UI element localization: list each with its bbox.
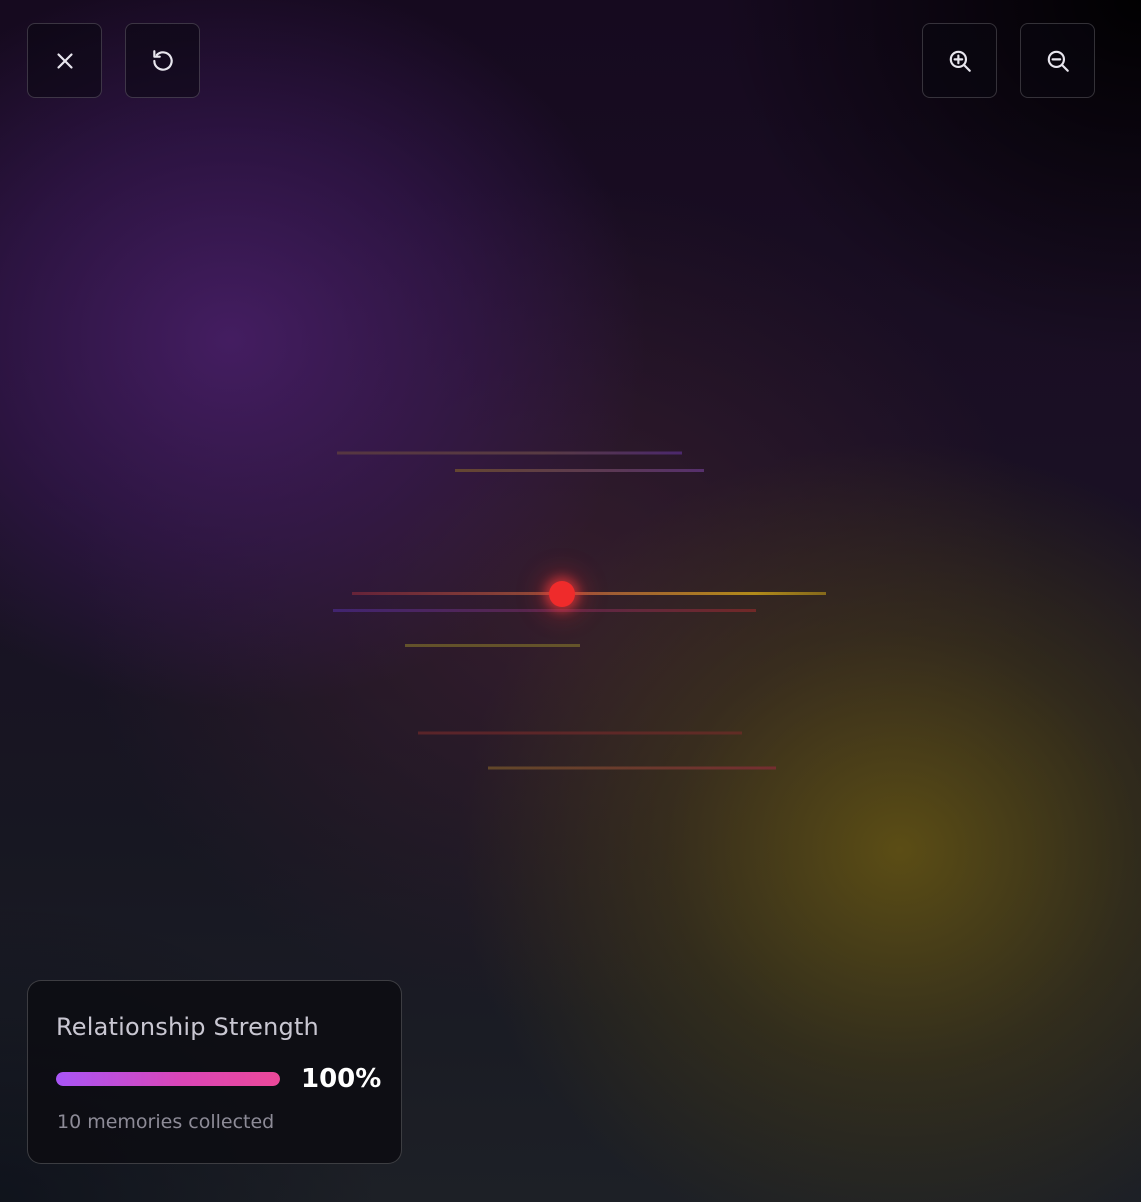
memory-line [333, 609, 756, 612]
strength-progress-bar [56, 1072, 280, 1086]
reset-button[interactable] [125, 23, 200, 98]
zoom-out-icon [1047, 50, 1069, 72]
reset-icon [152, 49, 173, 71]
memory-line [418, 731, 742, 735]
memory-line [488, 766, 776, 770]
zoom-in-button[interactable] [922, 23, 997, 98]
memory-node[interactable] [549, 581, 575, 607]
memory-line [352, 592, 826, 595]
close-button[interactable] [27, 23, 102, 98]
zoom-in-icon [949, 50, 971, 72]
strength-progress-fill [56, 1072, 280, 1086]
memory-line [455, 469, 704, 472]
memories-count: 10 memories collected [57, 1111, 275, 1133]
strength-percent: 100% [301, 1064, 382, 1094]
zoom-out-button[interactable] [1020, 23, 1095, 98]
memory-line [405, 644, 580, 647]
panel-title: Relationship Strength [56, 1013, 319, 1041]
memory-canvas[interactable]: Relationship Strength 100% 10 memories c… [0, 0, 1141, 1202]
close-icon [56, 52, 73, 69]
memory-line [337, 451, 682, 455]
relationship-panel: Relationship Strength 100% 10 memories c… [27, 980, 402, 1164]
